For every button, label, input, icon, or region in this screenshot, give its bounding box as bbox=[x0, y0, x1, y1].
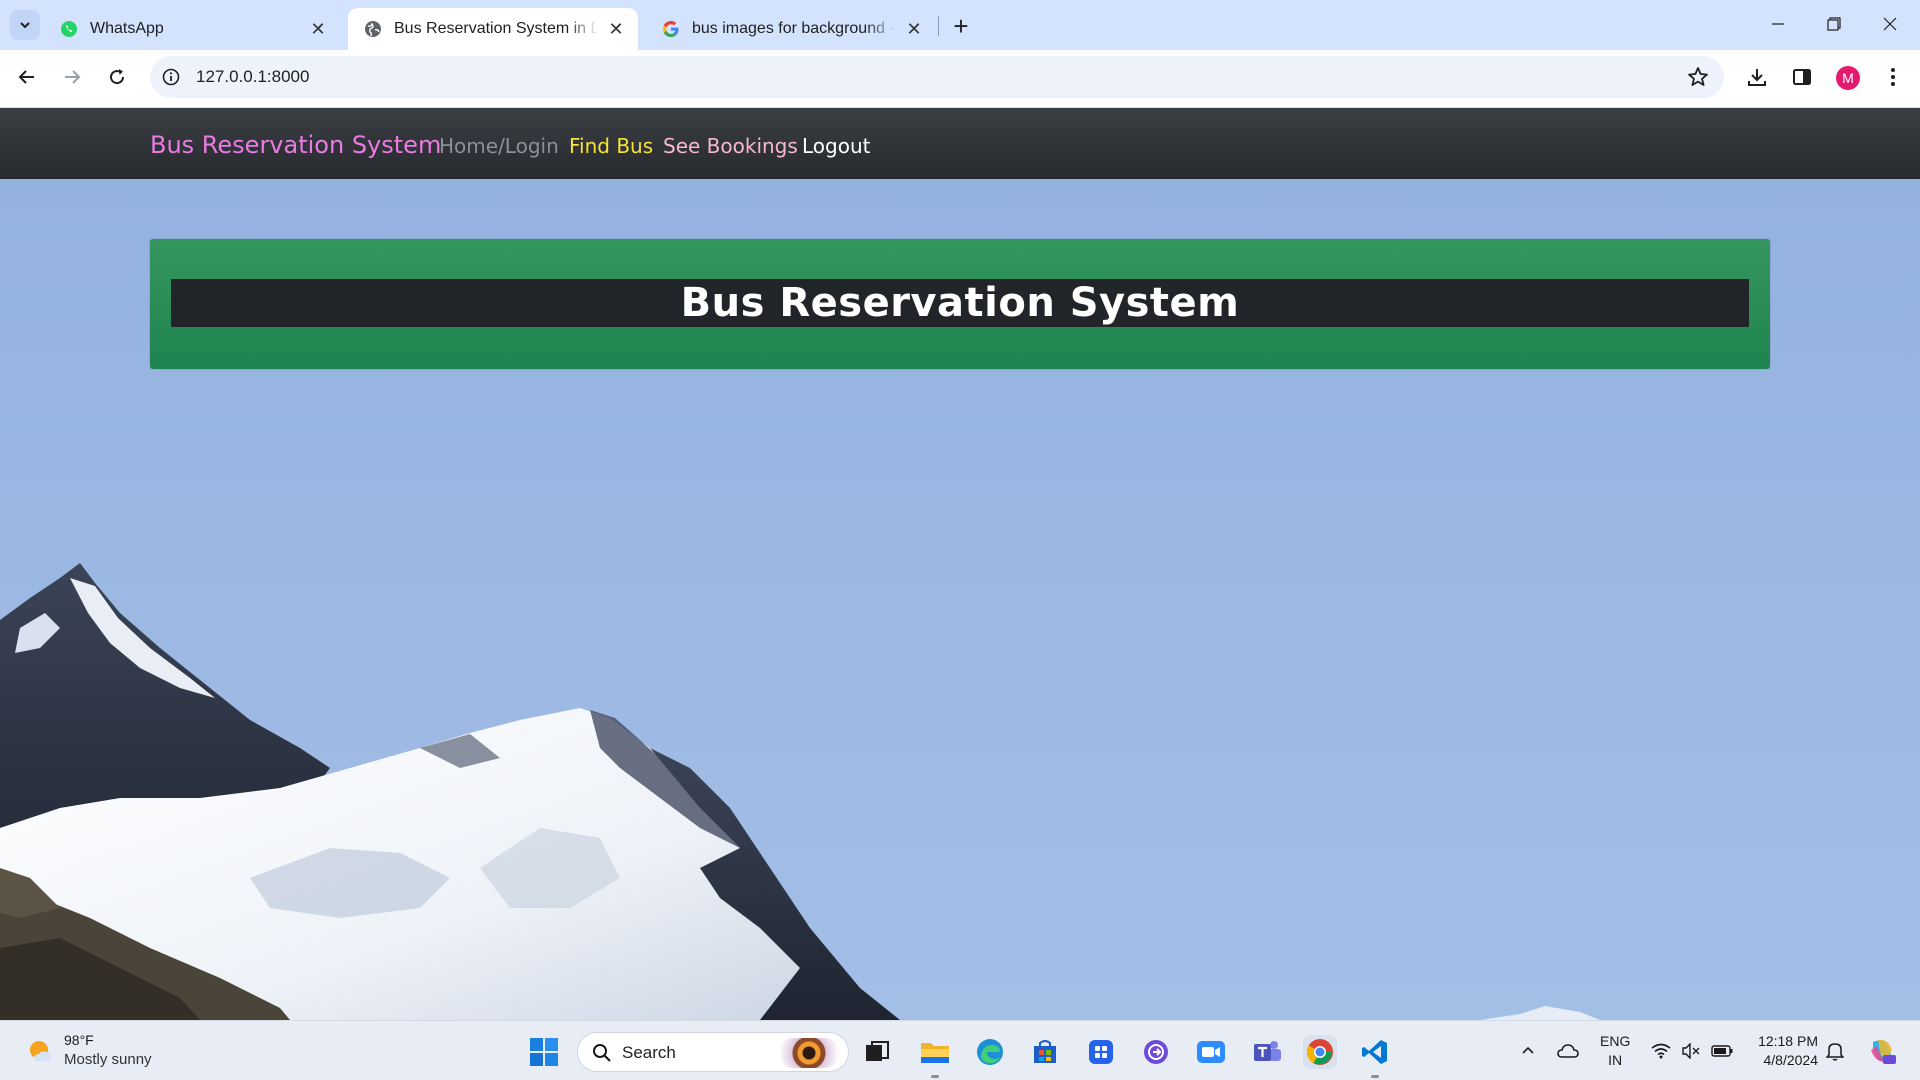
language-code: ENG bbox=[1600, 1033, 1631, 1049]
minimize-icon bbox=[1772, 23, 1784, 25]
nav-logout[interactable]: Logout bbox=[802, 134, 870, 158]
keyboard-region: IN bbox=[1608, 1052, 1623, 1068]
browser-tab-strip: WhatsApp ✕ Bus Reservation System in Dja… bbox=[0, 0, 1920, 50]
browser-toolbar: 127.0.0.1:8000 bbox=[0, 50, 1920, 108]
nav-find-bus[interactable]: Find Bus bbox=[569, 134, 653, 158]
copilot-icon[interactable] bbox=[1862, 1021, 1902, 1080]
tab-title: WhatsApp bbox=[90, 20, 164, 37]
restore-icon bbox=[1827, 17, 1841, 31]
hero-title-bar: Bus Reservation System bbox=[171, 279, 1749, 327]
clock-date: 4/8/2024 bbox=[1763, 1052, 1819, 1068]
whatsapp-icon bbox=[60, 20, 78, 38]
show-hidden-icons-chevron[interactable] bbox=[1515, 1021, 1541, 1080]
nav-see-bookings[interactable]: See Bookings bbox=[663, 134, 798, 158]
teams-app-icon[interactable] bbox=[1250, 1035, 1284, 1069]
notification-bell-icon[interactable] bbox=[1822, 1021, 1848, 1080]
site-info-icon[interactable] bbox=[160, 66, 182, 88]
system-clock[interactable]: 12:18 PM 4/8/2024 bbox=[1750, 1032, 1818, 1070]
close-icon[interactable]: ✕ bbox=[308, 19, 328, 39]
close-window-button[interactable] bbox=[1862, 0, 1918, 48]
volume-muted-icon[interactable] bbox=[1678, 1021, 1704, 1080]
profile-avatar[interactable]: M bbox=[1836, 66, 1860, 90]
widgets-app-icon[interactable] bbox=[1084, 1035, 1118, 1069]
hero-banner: Bus Reservation System bbox=[150, 239, 1770, 369]
windows-taskbar: 98°F Mostly sunny Search ENG IN 12:18 PM… bbox=[0, 1020, 1920, 1080]
search-icon bbox=[593, 1044, 611, 1062]
restore-button[interactable] bbox=[1806, 0, 1862, 48]
side-panel-icon[interactable] bbox=[1789, 64, 1815, 90]
tab-separator bbox=[938, 16, 939, 36]
nav-home-login[interactable]: Home/Login bbox=[439, 134, 559, 158]
web-page: Bus Reservation System Home/Login Find B… bbox=[0, 108, 1920, 1020]
downloads-icon[interactable] bbox=[1744, 64, 1770, 90]
onedrive-cloud-icon[interactable] bbox=[1554, 1021, 1582, 1080]
google-icon bbox=[662, 20, 680, 38]
reload-button[interactable] bbox=[99, 59, 135, 95]
tab-google-search[interactable]: bus images for background - G ✕ bbox=[646, 8, 936, 50]
url-text[interactable]: 127.0.0.1:8000 bbox=[196, 67, 309, 87]
forward-button[interactable] bbox=[54, 59, 90, 95]
bookmark-star-icon[interactable] bbox=[1686, 65, 1710, 89]
address-bar[interactable]: 127.0.0.1:8000 bbox=[150, 56, 1724, 98]
reload-icon bbox=[110, 69, 125, 85]
tab-title: bus images for background - G bbox=[692, 20, 896, 37]
minimize-button[interactable] bbox=[1750, 0, 1806, 48]
weather-temperature[interactable]: 98°F bbox=[64, 1032, 94, 1048]
tab-search-button[interactable] bbox=[10, 10, 40, 40]
vscode-app-icon[interactable] bbox=[1358, 1035, 1392, 1078]
tab-bus-reservation[interactable]: Bus Reservation System in Djan ✕ bbox=[348, 8, 638, 50]
taskbar-search-box[interactable]: Search bbox=[577, 1032, 849, 1072]
close-icon[interactable]: ✕ bbox=[606, 19, 626, 39]
tab-whatsapp[interactable]: WhatsApp ✕ bbox=[44, 8, 340, 50]
file-explorer-icon[interactable] bbox=[918, 1035, 952, 1078]
wifi-icon[interactable] bbox=[1648, 1021, 1674, 1080]
search-highlight-icon bbox=[778, 1038, 840, 1068]
new-tab-button[interactable]: + bbox=[947, 11, 975, 41]
quick-assist-icon[interactable] bbox=[1139, 1035, 1173, 1069]
task-view-icon[interactable] bbox=[860, 1035, 894, 1069]
chevron-up-icon bbox=[1522, 1046, 1534, 1054]
site-brand-link[interactable]: Bus Reservation System bbox=[150, 131, 441, 159]
chevron-down-icon bbox=[20, 22, 30, 29]
edge-browser-icon[interactable] bbox=[973, 1035, 1007, 1069]
zoom-app-icon[interactable] bbox=[1194, 1035, 1228, 1069]
chrome-app-icon[interactable] bbox=[1303, 1035, 1337, 1069]
weather-sun-cloud-icon[interactable] bbox=[26, 1037, 54, 1065]
microsoft-store-icon[interactable] bbox=[1028, 1035, 1062, 1069]
windows-start-icon[interactable] bbox=[529, 1037, 559, 1067]
search-placeholder: Search bbox=[622, 1043, 676, 1062]
site-navbar: Bus Reservation System Home/Login Find B… bbox=[0, 108, 1920, 179]
tab-title: Bus Reservation System in Djan bbox=[394, 20, 598, 37]
close-icon bbox=[1883, 17, 1897, 31]
weather-description[interactable]: Mostly sunny bbox=[64, 1051, 152, 1068]
page-title: Bus Reservation System bbox=[680, 280, 1240, 326]
close-icon[interactable]: ✕ bbox=[904, 19, 924, 39]
back-button[interactable] bbox=[9, 59, 45, 95]
menu-dots-icon[interactable] bbox=[1880, 64, 1906, 90]
battery-icon[interactable] bbox=[1708, 1021, 1736, 1080]
globe-icon bbox=[364, 20, 382, 38]
arrow-right-icon bbox=[65, 70, 81, 84]
arrow-left-icon bbox=[18, 70, 34, 84]
language-indicator[interactable]: ENG IN bbox=[1600, 1032, 1630, 1070]
clock-time: 12:18 PM bbox=[1758, 1033, 1818, 1049]
